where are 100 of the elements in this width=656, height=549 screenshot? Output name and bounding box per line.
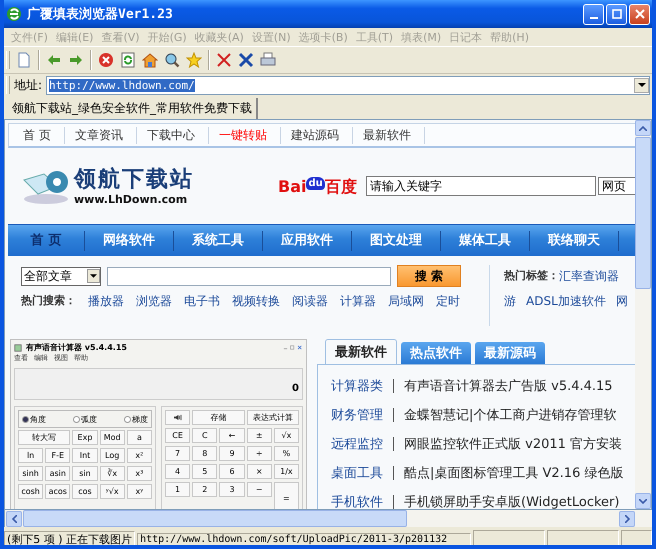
status-panel — [621, 530, 652, 545]
category-link[interactable]: 远程监控 — [331, 434, 383, 452]
engine-select[interactable]: 网页 — [598, 177, 635, 195]
hot-search-link[interactable]: 电子书 — [184, 293, 220, 310]
caret-down-icon — [639, 498, 647, 504]
calculator-key: x³ — [126, 466, 152, 481]
hot-tag-link[interactable]: 游 — [504, 293, 516, 310]
scope-select[interactable]: 全部文章 — [21, 266, 101, 286]
scroll-right-button[interactable] — [619, 510, 635, 526]
hot-tag-link[interactable]: 网 — [616, 293, 628, 310]
minimize-button[interactable] — [583, 4, 604, 24]
refresh-icon[interactable] — [120, 52, 136, 68]
new-page-icon[interactable] — [16, 52, 32, 68]
calculator-key: 表达式计算 — [246, 410, 299, 425]
category-link[interactable]: 财务管理 — [331, 406, 383, 424]
calculator-key: Mod — [100, 430, 125, 445]
calculator-key: asin — [45, 466, 70, 481]
nav-link[interactable]: 下载中心 — [136, 126, 209, 144]
calculator-key: ∛x — [100, 466, 125, 481]
caret-left-icon — [12, 514, 16, 522]
category-tab[interactable]: 媒体工具 — [441, 230, 530, 250]
search-icon[interactable] — [164, 52, 180, 68]
scroll-down-button[interactable] — [635, 493, 651, 509]
close-all-icon[interactable] — [238, 52, 254, 68]
hot-search-link[interactable]: 定时 — [436, 293, 460, 310]
logo-title: 领航下载站 — [74, 166, 194, 192]
category-tab[interactable]: 应用软件 — [263, 230, 352, 250]
scroll-thumb[interactable] — [23, 510, 407, 527]
calculator-key: − — [246, 482, 272, 497]
calculator-key: cos — [72, 484, 98, 499]
close-button[interactable] — [629, 4, 650, 24]
category-link[interactable]: 计算器类 — [331, 376, 383, 394]
category-tab[interactable]: 图文处理 — [352, 230, 441, 250]
vertical-scrollbar[interactable] — [635, 120, 651, 509]
hot-search-link[interactable]: 阅读器 — [292, 293, 328, 310]
calculator-key: x² — [126, 448, 152, 463]
nav-link[interactable]: 文章资讯 — [64, 126, 137, 144]
hot-search-link[interactable]: 视频转换 — [232, 293, 280, 310]
calculator-key: ← — [219, 428, 245, 443]
software-tab[interactable]: 最新软件 — [325, 339, 397, 364]
close-icon — [634, 9, 644, 19]
window-controls-icon — [283, 345, 303, 350]
scroll-left-button[interactable] — [6, 510, 22, 526]
software-link[interactable]: 金蝶智慧记|个体工商户进销存管理软 — [404, 406, 616, 424]
calculator-key: ln — [18, 448, 44, 463]
calculator-key: 8 — [192, 446, 218, 461]
stop-icon[interactable] — [98, 52, 114, 68]
calculator-key: Int — [72, 448, 98, 463]
category-tab[interactable]: 网络软件 — [85, 230, 174, 250]
calculator-key: F-E — [45, 448, 70, 463]
maximize-button[interactable] — [606, 4, 627, 24]
software-link[interactable]: 网眼监控软件正式版 v2011 官方安装 — [404, 434, 622, 452]
nav-link[interactable]: 一键转贴 — [208, 126, 281, 144]
calculator-key: Exp — [72, 430, 98, 445]
calculator-key: 2 — [192, 482, 218, 497]
close-icon[interactable] — [216, 52, 232, 68]
software-link[interactable]: 有声语音计算器去广告版 v5.4.4.15 — [404, 376, 613, 394]
hot-search-link[interactable]: 局域网 — [388, 293, 424, 310]
software-link[interactable]: 酷点|桌面图标管理工具 V2.16 绿色版 — [404, 464, 624, 482]
caret-right-icon — [624, 514, 630, 522]
search-field[interactable] — [107, 266, 391, 286]
speaker-icon — [173, 414, 182, 421]
hot-search-link[interactable]: 播放器 — [88, 293, 124, 310]
scroll-thumb[interactable] — [635, 137, 651, 289]
hot-tag-link[interactable]: ADSL加速软件 — [526, 293, 606, 310]
category-link[interactable]: 桌面工具 — [331, 464, 383, 482]
star-icon[interactable] — [186, 52, 202, 68]
home-icon[interactable] — [142, 52, 158, 68]
software-link[interactable]: 手机锁屏助手安卓版(WidgetLocker) — [404, 492, 620, 509]
calculator-key: CE — [165, 428, 190, 443]
maximize-icon — [612, 9, 622, 19]
nav-link[interactable]: 建站源码 — [280, 126, 353, 144]
calculator-key: Log — [100, 448, 125, 463]
app-icon — [6, 6, 22, 22]
calculator-key: sinh — [18, 466, 44, 481]
calculator-key: 存储 — [192, 410, 245, 425]
hot-search-link[interactable]: 浏览器 — [136, 293, 172, 310]
hot-tag-link[interactable]: 汇率查询器 — [559, 268, 619, 285]
calculator-key: = — [274, 482, 299, 509]
address-field[interactable]: http://www.lhdown.com/ — [46, 76, 650, 94]
nav-link[interactable]: 首 页 — [23, 126, 65, 144]
calculator-display: 0 — [14, 368, 303, 400]
category-tab[interactable]: 系统工具 — [174, 230, 263, 250]
forward-icon[interactable] — [68, 52, 84, 68]
window-title: 广覆填表浏览器Ver1.23 — [27, 6, 174, 23]
calculator-key: 1 — [165, 482, 190, 497]
nav-link[interactable]: 最新软件 — [352, 126, 425, 144]
calculator-key: 6 — [219, 464, 245, 479]
minimize-icon — [590, 17, 598, 19]
search-button[interactable]: 搜 索 — [397, 265, 461, 287]
scroll-up-button[interactable] — [635, 120, 651, 136]
hot-search-link[interactable]: 计算器 — [340, 293, 376, 310]
category-link[interactable]: 手机软件 — [331, 492, 383, 509]
calculator-key: × — [246, 464, 272, 479]
print-icon[interactable] — [260, 52, 276, 68]
search-field[interactable]: 请输入关键字 — [366, 176, 596, 196]
category-tab[interactable]: 联络聊天 — [530, 230, 619, 250]
horizontal-scrollbar[interactable] — [4, 510, 652, 527]
logo-url: www.LhDown.com — [74, 192, 188, 206]
baidu-logo-text: Bai — [278, 178, 306, 196]
